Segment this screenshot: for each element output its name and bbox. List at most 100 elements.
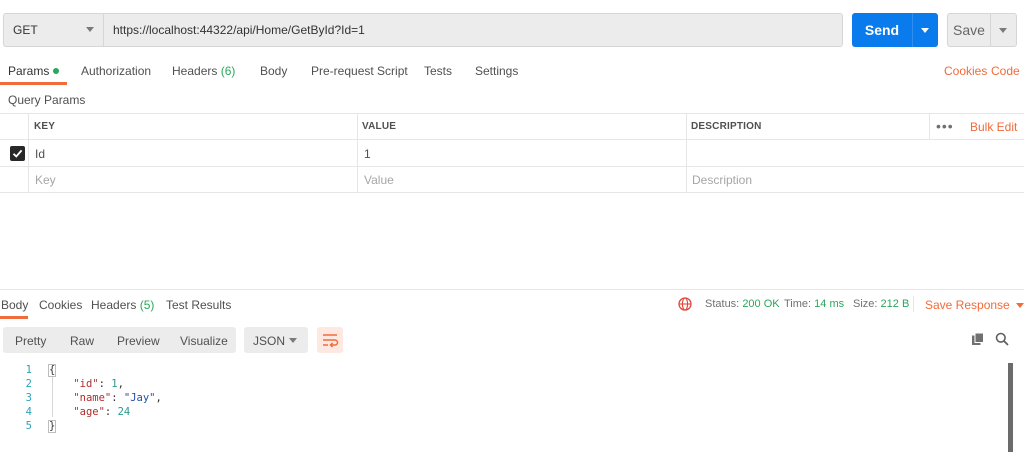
response-divider bbox=[0, 289, 1024, 290]
tab-params[interactable]: Params bbox=[8, 64, 60, 82]
response-tab-headers-label: Headers bbox=[91, 298, 137, 312]
tab-settings-label: Settings bbox=[475, 64, 519, 78]
size-value: 212 B bbox=[880, 298, 910, 310]
table-col-divider bbox=[28, 113, 29, 192]
json-key: "age" bbox=[73, 406, 105, 418]
send-options-chevron-icon[interactable] bbox=[921, 28, 929, 33]
tab-authorization-label: Authorization bbox=[81, 64, 152, 78]
json-key: "id" bbox=[73, 378, 99, 390]
response-tab-cookies[interactable]: Cookies bbox=[39, 298, 82, 312]
cookies-link[interactable]: Cookies bbox=[944, 64, 987, 82]
json-value: 24 bbox=[117, 406, 131, 418]
size-readout: Size: 212 B bbox=[853, 298, 909, 310]
param-value-cell[interactable]: 1 bbox=[364, 147, 371, 161]
params-active-dot-icon bbox=[53, 68, 60, 74]
param-key-cell[interactable]: Id bbox=[35, 147, 45, 161]
code-link[interactable]: Code bbox=[991, 64, 1020, 82]
response-tab-body[interactable]: Body bbox=[1, 298, 28, 312]
size-label: Size: bbox=[853, 298, 878, 310]
tab-headers-label: Headers bbox=[172, 64, 218, 78]
param-enabled-checkbox[interactable] bbox=[10, 146, 25, 161]
column-header-key: KEY bbox=[34, 121, 56, 132]
view-visualize-button[interactable]: Visualize bbox=[180, 334, 228, 348]
send-divider bbox=[912, 13, 913, 47]
method-select[interactable]: GET bbox=[3, 13, 103, 47]
view-preview-button[interactable]: Preview bbox=[117, 334, 160, 348]
tab-pre-request-script[interactable]: Pre-request Script bbox=[311, 64, 408, 82]
json-value: "Jay" bbox=[123, 392, 156, 404]
tab-tests-label: Tests bbox=[424, 64, 453, 78]
chevron-down-icon bbox=[86, 27, 94, 32]
format-select[interactable]: JSON bbox=[244, 327, 308, 353]
line-number: 4 bbox=[25, 406, 32, 418]
json-key: "name" bbox=[73, 392, 112, 404]
search-icon[interactable] bbox=[995, 332, 1009, 349]
tab-authorization[interactable]: Authorization bbox=[81, 64, 151, 82]
chevron-down-icon bbox=[1015, 303, 1024, 308]
json-line-name: "name": "Jay", bbox=[73, 392, 162, 404]
wrap-lines-button[interactable] bbox=[317, 327, 343, 353]
status-value: 200 OK bbox=[742, 298, 780, 310]
table-col-divider bbox=[357, 113, 358, 192]
globe-icon[interactable] bbox=[678, 297, 692, 314]
save-response-button[interactable]: Save Response bbox=[925, 298, 1024, 312]
new-param-value-input[interactable]: Value bbox=[364, 173, 394, 187]
format-label: JSON bbox=[253, 334, 286, 348]
url-text: https://localhost:44322/api/Home/GetById… bbox=[113, 23, 365, 37]
response-tab-headers-count: (5) bbox=[139, 298, 155, 312]
vertical-scrollbar[interactable] bbox=[1008, 363, 1013, 452]
time-value: 14 ms bbox=[814, 298, 845, 310]
tab-settings[interactable]: Settings bbox=[475, 64, 518, 82]
json-line-age: "age": 24 bbox=[73, 406, 131, 418]
more-options-icon[interactable]: ••• bbox=[936, 118, 954, 134]
line-number: 3 bbox=[25, 392, 32, 404]
tab-params-underline bbox=[0, 82, 67, 85]
table-top-border bbox=[0, 113, 1024, 114]
table-row-border bbox=[0, 166, 1024, 167]
bulk-edit-link[interactable]: Bulk Edit bbox=[970, 120, 1017, 134]
send-label: Send bbox=[864, 22, 900, 38]
query-params-title: Query Params bbox=[8, 93, 86, 107]
save-response-label: Save Response bbox=[925, 298, 1010, 312]
save-button[interactable]: Save bbox=[947, 13, 1017, 47]
column-header-value: VALUE bbox=[362, 121, 397, 132]
tab-body[interactable]: Body bbox=[260, 64, 287, 82]
json-close-brace: } bbox=[48, 420, 57, 433]
tab-params-label: Params bbox=[8, 64, 50, 78]
tab-body-label: Body bbox=[260, 64, 288, 78]
status-divider bbox=[913, 296, 914, 312]
line-number: 5 bbox=[25, 420, 32, 432]
response-tab-headers[interactable]: Headers (5) bbox=[91, 298, 154, 312]
open-brace: { bbox=[48, 364, 57, 377]
column-header-description: DESCRIPTION bbox=[691, 121, 762, 132]
view-raw-button[interactable]: Raw bbox=[70, 334, 94, 348]
new-param-description-input[interactable]: Description bbox=[692, 173, 752, 187]
tab-tests[interactable]: Tests bbox=[424, 64, 452, 82]
wrap-lines-icon bbox=[323, 334, 339, 348]
json-comma: , bbox=[117, 378, 124, 390]
response-tab-test-results[interactable]: Test Results bbox=[166, 298, 231, 312]
json-open-brace: { bbox=[48, 364, 57, 377]
url-input[interactable]: https://localhost:44322/api/Home/GetById… bbox=[103, 13, 843, 47]
status-label: Status: bbox=[705, 298, 740, 310]
time-readout: Time: 14 ms bbox=[784, 298, 844, 310]
table-col-divider bbox=[686, 113, 687, 192]
json-comma: , bbox=[155, 392, 162, 404]
time-label: Time: bbox=[784, 298, 812, 310]
copy-icon[interactable] bbox=[971, 332, 985, 349]
view-pretty-button[interactable]: Pretty bbox=[15, 334, 46, 348]
tab-pre-request-script-label: Pre-request Script bbox=[311, 64, 408, 78]
response-tab-body-underline bbox=[0, 316, 28, 319]
send-button[interactable]: Send bbox=[852, 13, 938, 47]
save-divider bbox=[990, 14, 991, 46]
table-col-divider bbox=[929, 113, 930, 139]
status-readout: Status: 200 OK bbox=[705, 298, 780, 310]
tab-headers[interactable]: Headers (6) bbox=[172, 64, 235, 82]
table-header-border bbox=[0, 139, 1024, 140]
line-number: 2 bbox=[25, 378, 32, 390]
save-label: Save bbox=[953, 22, 985, 38]
json-line-id: "id": 1, bbox=[73, 378, 124, 390]
tab-headers-count: (6) bbox=[220, 64, 236, 78]
new-param-key-input[interactable]: Key bbox=[35, 173, 56, 187]
save-options-chevron-icon[interactable] bbox=[999, 28, 1007, 33]
